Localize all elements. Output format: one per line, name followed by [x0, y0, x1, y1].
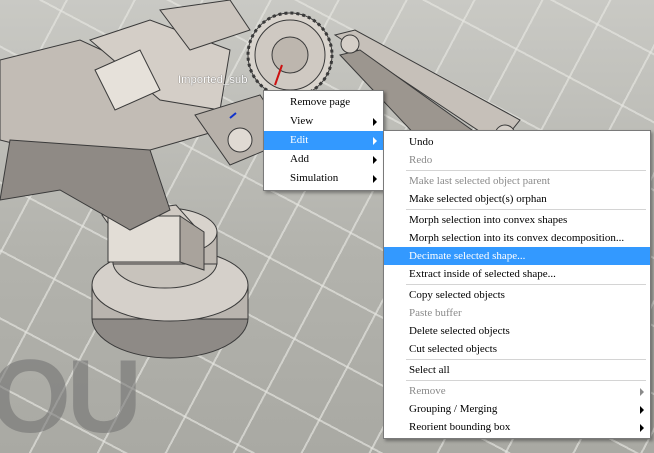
menu-separator — [406, 170, 646, 171]
edit-submenu: Undo Redo Make last selected object pare… — [383, 130, 651, 439]
menu-item-reorient-bounding-box[interactable]: Reorient bounding box — [384, 418, 650, 436]
menu-item-label: Delete selected objects — [409, 325, 510, 337]
menu-separator — [406, 380, 646, 381]
menu-separator — [406, 209, 646, 210]
menu-item-label: Remove page — [290, 96, 351, 108]
menu-item-label: Add — [290, 153, 309, 165]
menu-item-label: Reorient bounding box — [409, 421, 511, 433]
menu-item-undo[interactable]: Undo — [384, 133, 650, 151]
menu-item-label: Simulation — [290, 172, 339, 184]
submenu-arrow-icon — [373, 156, 377, 164]
menu-item-label: Decimate selected shape... — [409, 250, 526, 262]
menu-item-label: Remove — [409, 385, 446, 397]
menu-item-edit[interactable]: Edit — [264, 131, 383, 150]
menu-item-label: Morph selection into convex shapes — [409, 214, 568, 226]
context-menu: Remove page View Edit Add Simulation — [263, 90, 384, 191]
menu-separator — [406, 359, 646, 360]
menu-item-label: Grouping / Merging — [409, 403, 498, 415]
menu-item-make-orphan[interactable]: Make selected object(s) orphan — [384, 190, 650, 208]
menu-item-morph-convex[interactable]: Morph selection into convex shapes — [384, 211, 650, 229]
menu-item-redo[interactable]: Redo — [384, 151, 650, 169]
menu-item-delete[interactable]: Delete selected objects — [384, 322, 650, 340]
menu-item-add[interactable]: Add — [264, 150, 383, 169]
menu-item-label: Cut selected objects — [409, 343, 497, 355]
menu-item-morph-convex-decomposition[interactable]: Morph selection into its convex decompos… — [384, 229, 650, 247]
submenu-arrow-icon — [373, 137, 377, 145]
menu-item-decimate[interactable]: Decimate selected shape... — [384, 247, 650, 265]
menu-item-label: Redo — [409, 154, 433, 166]
menu-item-label: Select all — [409, 364, 450, 376]
menu-item-label: Paste buffer — [409, 307, 462, 319]
menu-item-label: Edit — [290, 134, 309, 146]
menu-item-label: Copy selected objects — [409, 289, 505, 301]
watermark-text: OU — [0, 339, 142, 453]
menu-item-paste[interactable]: Paste buffer — [384, 304, 650, 322]
menu-item-select-all[interactable]: Select all — [384, 361, 650, 379]
menu-item-label: Morph selection into its convex decompos… — [409, 232, 625, 244]
menu-separator — [406, 284, 646, 285]
menu-item-label: Make last selected object parent — [409, 175, 551, 187]
menu-item-simulation[interactable]: Simulation — [264, 169, 383, 188]
menu-item-make-parent[interactable]: Make last selected object parent — [384, 172, 650, 190]
submenu-arrow-icon — [373, 118, 377, 126]
menu-item-label: Undo — [409, 136, 434, 148]
menu-item-extract-inside[interactable]: Extract inside of selected shape... — [384, 265, 650, 283]
object-name-label: Imported_sub — [178, 74, 248, 86]
menu-item-cut[interactable]: Cut selected objects — [384, 340, 650, 358]
menu-item-copy[interactable]: Copy selected objects — [384, 286, 650, 304]
menu-item-label: Make selected object(s) orphan — [409, 193, 547, 205]
submenu-arrow-icon — [640, 424, 644, 432]
submenu-arrow-icon — [640, 388, 644, 396]
menu-item-view[interactable]: View — [264, 112, 383, 131]
menu-item-label: View — [290, 115, 314, 127]
menu-item-remove[interactable]: Remove — [384, 382, 650, 400]
submenu-arrow-icon — [640, 406, 644, 414]
menu-item-grouping-merging[interactable]: Grouping / Merging — [384, 400, 650, 418]
submenu-arrow-icon — [373, 175, 377, 183]
menu-item-label: Extract inside of selected shape... — [409, 268, 556, 280]
menu-item-remove-page[interactable]: Remove page — [264, 93, 383, 112]
